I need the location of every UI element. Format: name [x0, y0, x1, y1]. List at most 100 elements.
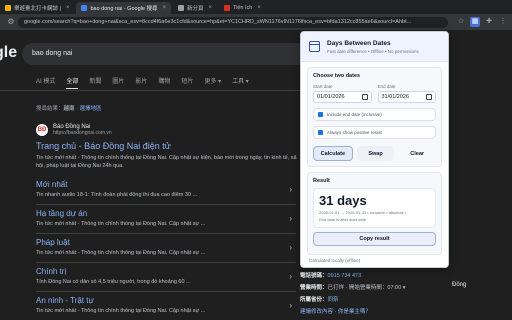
sitelink-title[interactable]: Pháp luật [36, 238, 296, 247]
days-between-dates-popup: Days Between Dates Fast date difference … [300, 31, 449, 268]
browser-tab-2[interactable]: bao dong nai - Google 搜尋 × [76, 2, 171, 14]
choose-dates-title: Choose two dates [313, 73, 361, 79]
phone-label: 電話號碼： [300, 273, 328, 279]
always-positive-checkbox[interactable]: Always show positive result [313, 126, 436, 139]
result-box: 31 days 2026-01-01 → 2026-01-31 • inclus… [313, 188, 436, 228]
nav-divider [0, 90, 300, 91]
calendar-icon [309, 41, 320, 52]
site-logo-icon: BĐ [36, 124, 48, 136]
browser-tab-1[interactable]: 樂遊臺北打卡網誌 | × [0, 2, 74, 14]
start-date-label: Start date [313, 84, 333, 89]
province-value[interactable]: 同奈 [328, 297, 339, 303]
browser-tab-strip: 樂遊臺北打卡網誌 | × bao dong nai - Google 搜尋 × … [0, 0, 512, 14]
sitelink-title[interactable]: Chính trị [36, 267, 296, 276]
sitelink-desc: Tỉnh Đồng Nai có dân số 4,5 triệu người,… [36, 279, 191, 285]
region-notice: 搜尋結果：越南 · 選擇地區 [36, 104, 101, 112]
sitelink-item[interactable]: An ninh - Trật tự Tin tức mới nhất - Thô… [36, 292, 296, 320]
result-title-link[interactable]: Trang chủ - Báo Đồng Nai điện tử [36, 141, 171, 151]
tab-label: 新分頁 [186, 6, 204, 12]
bookmark-star-icon[interactable]: ☆ [456, 17, 466, 27]
sitelinks-list: Mới nhất Tin nhanh audio 18-1: Tình đoàn… [36, 176, 296, 320]
result-detail-line-2: End date is after start date [319, 217, 366, 222]
notice-region: 越南 [63, 106, 75, 112]
extension-toolbar: ☆ ▦ ✚ ⋮ [456, 17, 508, 27]
calendar-picker-icon[interactable] [426, 94, 432, 100]
popup-title: Days Between Dates [327, 39, 391, 47]
tab-images[interactable]: 圖片 [112, 76, 124, 89]
calendar-picker-icon[interactable] [361, 94, 368, 100]
swap-button[interactable]: Swap [356, 146, 395, 161]
site-info-icon[interactable]: ⚙ [6, 17, 16, 27]
date-inputs-row: Start date 01/01/2026 End date 31/01/202… [313, 84, 436, 103]
tab-shorts[interactable]: 短片 [181, 76, 193, 89]
sitelink-desc: Tin tức mới nhất - Thông tin chính thống… [36, 250, 206, 256]
search-input[interactable]: bao dong nai [22, 43, 312, 65]
sitelink-title[interactable]: An ninh - Trật tự [36, 296, 296, 305]
checkbox-checked-icon[interactable] [318, 130, 323, 135]
sitelink-desc: Tin nhanh audio 18-1: Tình đoàn phát độn… [36, 192, 198, 198]
puzzle-icon[interactable]: ✚ [484, 17, 494, 27]
end-date-label: End date [377, 84, 396, 89]
suggest-edit-row: 建議修改內容 · 你是業主嗎？ [300, 306, 405, 318]
province-row: 所屬省份：同奈 [300, 294, 405, 306]
result-detail-line-1: 2026-01-01 → 2026-01-31 • inclusive • ab… [319, 210, 407, 215]
sitelink-title[interactable]: Hạ tầng dự án [36, 209, 296, 218]
tab-videos[interactable]: 影片 [135, 76, 147, 89]
browser-tab-3[interactable]: 新分頁 × [173, 2, 217, 14]
sitelink-item[interactable]: Chính trị Tỉnh Đồng Nai có dân số 4,5 tr… [36, 263, 296, 292]
end-date-input[interactable]: 31/01/2026 [377, 91, 436, 103]
extension-icon[interactable]: ▦ [470, 17, 480, 27]
result-snippet: Tin tức mới nhất - Thông tin chính thống… [36, 155, 297, 169]
checkbox-checked-icon[interactable] [318, 112, 323, 117]
browser-tab-4[interactable]: Tiện ích × [219, 2, 266, 14]
notice-prefix: 搜尋結果： [36, 106, 64, 112]
copy-result-button[interactable]: Copy result [313, 232, 436, 246]
tab-ai-mode[interactable]: AI 模式 [36, 76, 55, 89]
sitelink-title[interactable]: Mới nhất [36, 180, 296, 189]
include-end-date-checkbox[interactable]: Include end date (inclusive) [313, 108, 436, 121]
calculate-button[interactable]: Calculate [313, 146, 353, 161]
tab-all[interactable]: 全部 [66, 76, 79, 89]
tab-favicon-icon [5, 5, 11, 11]
tab-label: Tiện ích [233, 5, 253, 11]
tab-tools[interactable]: 工具 ▾ [232, 76, 249, 89]
tab-shopping[interactable]: 購物 [158, 76, 170, 89]
always-positive-label: Always show positive result [327, 130, 382, 135]
hours-label: 營業時間： [300, 285, 328, 291]
suggest-edit-link[interactable]: 建議修改內容 · 你是業主嗎？ [300, 309, 371, 315]
hours-row: 營業時間：已打烊 · 開始營業時間：07:00 ▾ [300, 282, 405, 294]
close-tab-icon[interactable]: × [208, 5, 212, 11]
chevron-right-icon[interactable]: › [289, 272, 292, 281]
sitelink-item[interactable]: Mới nhất Tin nhanh audio 18-1: Tình đoàn… [36, 176, 296, 205]
province-label: 所屬省份： [300, 297, 328, 303]
phone-value[interactable]: 0915 734 473 [328, 273, 362, 279]
tab-favicon-icon [224, 5, 230, 11]
hours-value[interactable]: 已打烊 · 開始營業時間：07:00 ▾ [328, 285, 406, 291]
close-tab-icon[interactable]: × [66, 5, 70, 11]
chevron-right-icon[interactable]: › [289, 301, 292, 310]
result-title: Result [313, 178, 330, 184]
start-date-input[interactable]: 01/01/2026 [313, 91, 372, 103]
google-logo[interactable]: gle [0, 44, 17, 62]
chevron-right-icon[interactable]: › [289, 185, 292, 194]
tab-more[interactable]: 更多 ▾ [204, 76, 221, 89]
start-date-column: Start date 01/01/2026 [313, 84, 372, 103]
clear-button[interactable]: Clear [398, 146, 436, 161]
result-site-header[interactable]: BĐ Báo Đồng Nai https://baodongnai.com.v… [36, 124, 112, 136]
choose-region-link[interactable]: 選擇地區 [79, 106, 101, 112]
chevron-right-icon[interactable]: › [289, 214, 292, 223]
menu-icon[interactable]: ⋮ [498, 17, 508, 27]
start-date-value: 01/01/2026 [317, 94, 345, 100]
tab-label: 樂遊臺北打卡網誌 | [14, 6, 61, 12]
chevron-right-icon[interactable]: › [289, 243, 292, 252]
browser-toolbar: ⚙ google.com/search?q=bao+dong+nai&sca_e… [0, 14, 512, 30]
action-buttons: Calculate Swap Clear [313, 146, 436, 161]
tab-label: bao dong nai - Google 搜尋 [90, 6, 158, 12]
close-tab-icon[interactable]: × [162, 5, 166, 11]
tab-news[interactable]: 新聞 [89, 76, 101, 89]
close-tab-icon[interactable]: × [257, 5, 261, 11]
end-date-column: End date 31/01/2026 [377, 84, 436, 103]
sitelink-item[interactable]: Hạ tầng dự án Tin tức mới nhất - Thông t… [36, 205, 296, 234]
sitelink-item[interactable]: Pháp luật Tin tức mới nhất - Thông tin c… [36, 234, 296, 263]
address-bar[interactable]: google.com/search?q=bao+dong+nai&sca_esv… [18, 16, 448, 28]
